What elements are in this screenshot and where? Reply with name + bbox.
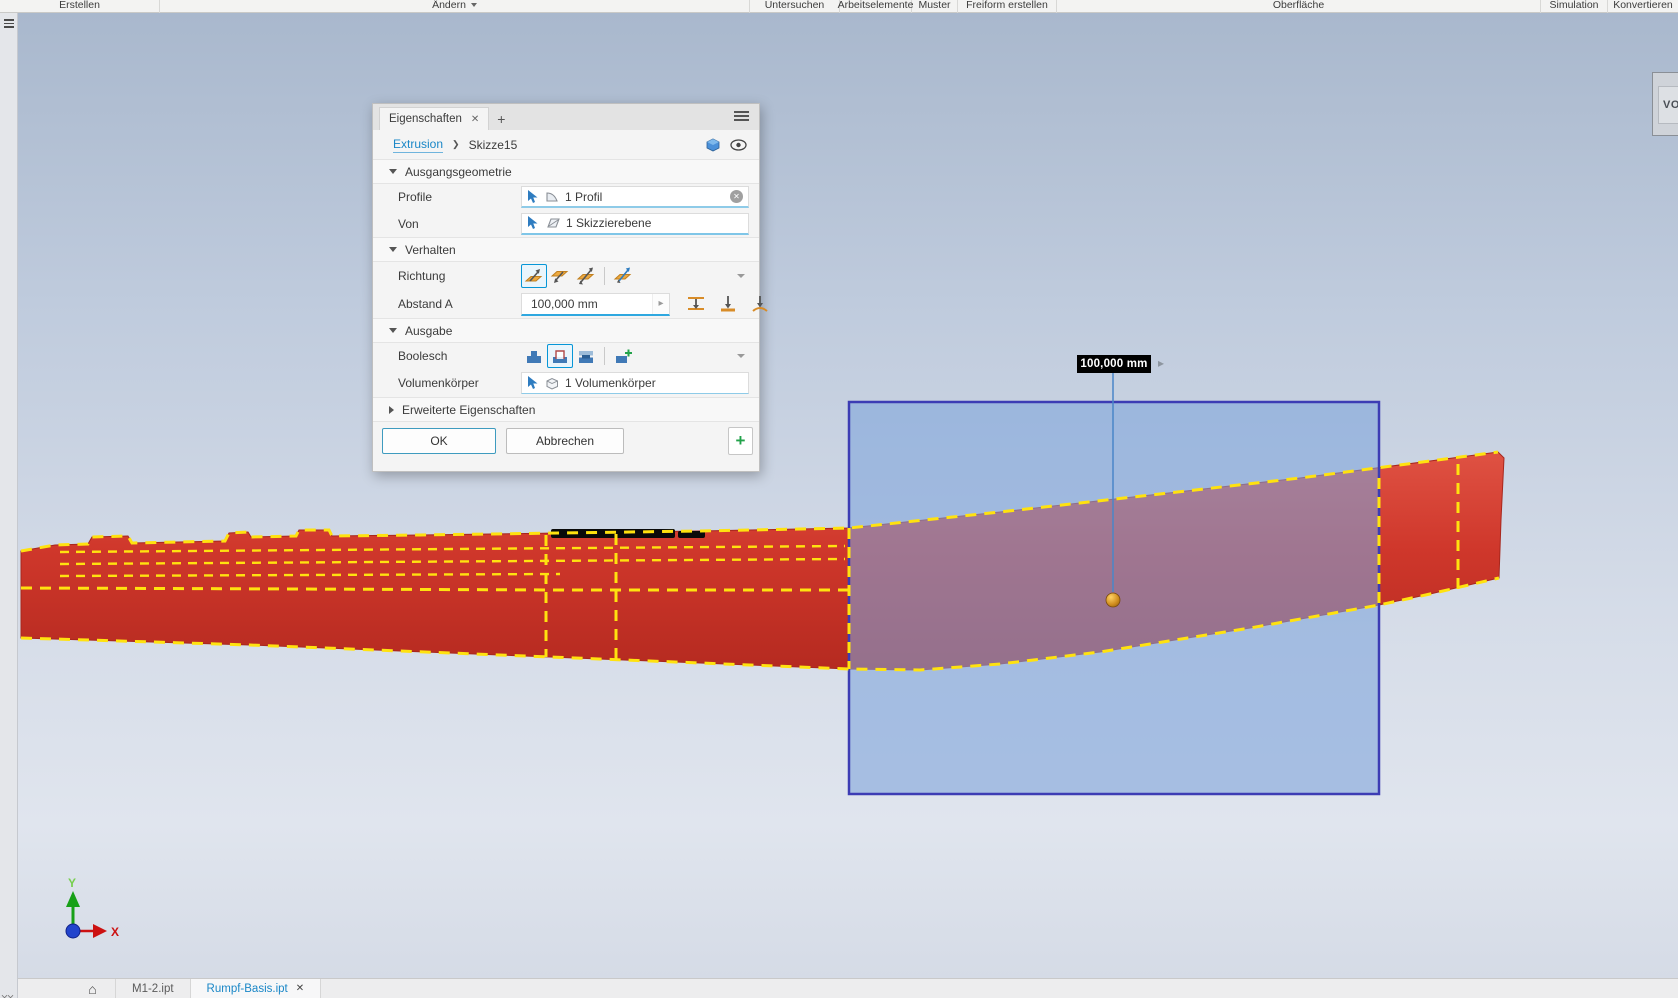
home-tab-icon[interactable]: ⌂	[70, 979, 116, 998]
boolean-join-button[interactable]	[521, 344, 547, 368]
ribbon-group-konvertieren[interactable]: Konvertieren	[1608, 0, 1678, 13]
richtung-label: Richtung	[398, 269, 521, 283]
ribbon-group-simulation[interactable]: Simulation	[1541, 0, 1608, 13]
profile-selector-field[interactable]: 1 Profil ✕	[521, 186, 749, 208]
extent-to-surface-button[interactable]	[747, 292, 773, 316]
collapse-arrow-icon	[389, 169, 397, 174]
abstand-row: Abstand A ▸	[373, 290, 759, 318]
tab-eigenschaften[interactable]: Eigenschaften ✕	[379, 107, 489, 130]
direction-flip-button[interactable]	[547, 264, 573, 288]
extrusion-drag-grip[interactable]	[1106, 593, 1120, 607]
section-erweiterte-eigenschaften[interactable]: Erweiterte Eigenschaften	[373, 397, 759, 422]
select-cursor-icon	[527, 216, 539, 230]
viewcube-face-label: VOR	[1663, 99, 1678, 111]
volumenkoerper-row: Volumenkörper 1 Volumenkörper	[373, 369, 759, 397]
direction-asymmetric-button[interactable]	[610, 264, 636, 288]
direction-symmetric-button[interactable]	[573, 264, 599, 288]
panel-tab-bar: Eigenschaften ✕ +	[373, 104, 759, 130]
collapse-arrow-icon	[389, 247, 397, 252]
divider	[604, 347, 605, 365]
dropdown-caret-icon	[471, 3, 477, 7]
profile-label: Profile	[398, 190, 521, 204]
visibility-eye-icon[interactable]	[730, 139, 747, 151]
properties-panel: Eigenschaften ✕ + Extrusion ❯ Skizze15	[372, 103, 760, 472]
solid-body-icon	[545, 377, 559, 390]
panel-footer: OK Abbrechen +	[373, 422, 759, 471]
direction-default-button[interactable]	[521, 264, 547, 288]
select-cursor-icon	[527, 190, 539, 204]
dimension-value-label[interactable]: 100,000 mm	[1077, 355, 1151, 373]
boolesch-label: Boolesch	[398, 349, 521, 363]
section-ausgangsgeometrie[interactable]: Ausgangsgeometrie	[373, 159, 759, 184]
volumenkoerper-value: 1 Volumenkörper	[565, 376, 656, 390]
axis-triad: Y X	[66, 876, 119, 939]
von-value: 1 Skizzierebene	[566, 216, 651, 230]
document-tab-bar: ⌂ M1-2.ipt Rumpf-Basis.ipt ✕	[18, 978, 1678, 998]
abstand-label: Abstand A	[398, 297, 521, 311]
extent-to-plane-button[interactable]	[715, 292, 741, 316]
distance-field: ▸	[521, 293, 670, 316]
boolesch-options-caret-icon[interactable]	[737, 354, 745, 358]
ok-button[interactable]: OK	[382, 428, 496, 454]
add-feature-button[interactable]: +	[728, 427, 753, 455]
ribbon-group-erstellen[interactable]: Erstellen	[0, 0, 160, 13]
clear-selection-icon[interactable]: ✕	[730, 190, 743, 203]
select-cursor-icon	[527, 376, 539, 390]
divider	[604, 267, 605, 285]
ribbon-strip: Erstellen Ändern Untersuchen Arbeitselem…	[0, 0, 1678, 13]
viewcube[interactable]: VOR	[1652, 72, 1678, 136]
breadcrumb-feature-link[interactable]: Extrusion	[393, 137, 443, 153]
ribbon-group-arbeitselemente[interactable]: Arbeitselemente	[840, 0, 912, 13]
von-label: Von	[398, 217, 521, 231]
richtung-options-caret-icon[interactable]	[737, 274, 745, 278]
solid-preview-icon[interactable]	[705, 137, 721, 152]
inventor-window: Erstellen Ändern Untersuchen Arbeitselem…	[0, 0, 1678, 998]
volumenkoerper-label: Volumenkörper	[398, 376, 521, 390]
add-tab-button[interactable]: +	[489, 107, 513, 130]
x-axis-arrow-icon	[93, 924, 107, 938]
x-axis-label: X	[111, 925, 119, 939]
section-verhalten[interactable]: Verhalten	[373, 237, 759, 262]
boolean-cut-button[interactable]	[547, 344, 573, 368]
breadcrumb-separator-icon: ❯	[452, 139, 460, 150]
richtung-row: Richtung	[373, 262, 759, 290]
breadcrumb: Extrusion ❯ Skizze15	[373, 130, 759, 159]
breadcrumb-sketch-item: Skizze15	[469, 138, 518, 152]
ribbon-group-freiform[interactable]: Freiform erstellen	[958, 0, 1057, 13]
cancel-button[interactable]: Abbrechen	[506, 428, 624, 454]
origin-point-icon	[66, 924, 80, 938]
ribbon-group-muster[interactable]: Muster	[912, 0, 958, 13]
section-ausgabe[interactable]: Ausgabe	[373, 318, 759, 343]
profile-value: 1 Profil	[565, 190, 602, 204]
panel-menu-icon[interactable]	[734, 111, 749, 122]
browser-sidebar-collapsed[interactable]	[0, 13, 18, 998]
profile-geometry-icon	[545, 190, 559, 203]
y-axis-label: Y	[68, 876, 76, 890]
browser-menu-icon[interactable]	[4, 19, 14, 28]
ribbon-group-untersuchen[interactable]: Untersuchen	[750, 0, 840, 13]
ribbon-group-oberflaeche[interactable]: Oberfläche	[1057, 0, 1541, 13]
extent-distance-button[interactable]	[683, 292, 709, 316]
von-selector-field[interactable]: 1 Skizzierebene	[521, 213, 749, 235]
von-row: Von 1 Skizzierebene	[373, 210, 759, 237]
dimension-flyout-icon[interactable]: ▸	[1158, 356, 1164, 370]
distance-flyout-icon[interactable]: ▸	[652, 294, 669, 314]
boolean-new-solid-button[interactable]	[610, 344, 636, 368]
tab-close-icon[interactable]: ✕	[471, 114, 479, 125]
distance-input[interactable]	[522, 294, 652, 314]
collapse-arrow-icon	[389, 328, 397, 333]
sketch-plane-icon	[545, 217, 560, 229]
boolean-intersect-button[interactable]	[573, 344, 599, 368]
y-axis-arrow-icon	[66, 891, 80, 907]
expand-arrow-icon	[389, 406, 394, 414]
corner-chevron-icon	[2, 987, 16, 995]
volumenkoerper-selector-field[interactable]: 1 Volumenkörper	[521, 372, 749, 394]
viewport-scene: Y X	[0, 0, 1678, 998]
document-tab-m1-2[interactable]: M1-2.ipt	[116, 979, 191, 998]
document-tab-rumpf-basis[interactable]: Rumpf-Basis.ipt ✕	[191, 979, 322, 998]
profile-row: Profile 1 Profil ✕	[373, 184, 759, 210]
ribbon-group-aendern[interactable]: Ändern	[160, 0, 750, 13]
document-tab-close-icon[interactable]: ✕	[296, 983, 304, 994]
boolesch-row: Boolesch	[373, 343, 759, 369]
